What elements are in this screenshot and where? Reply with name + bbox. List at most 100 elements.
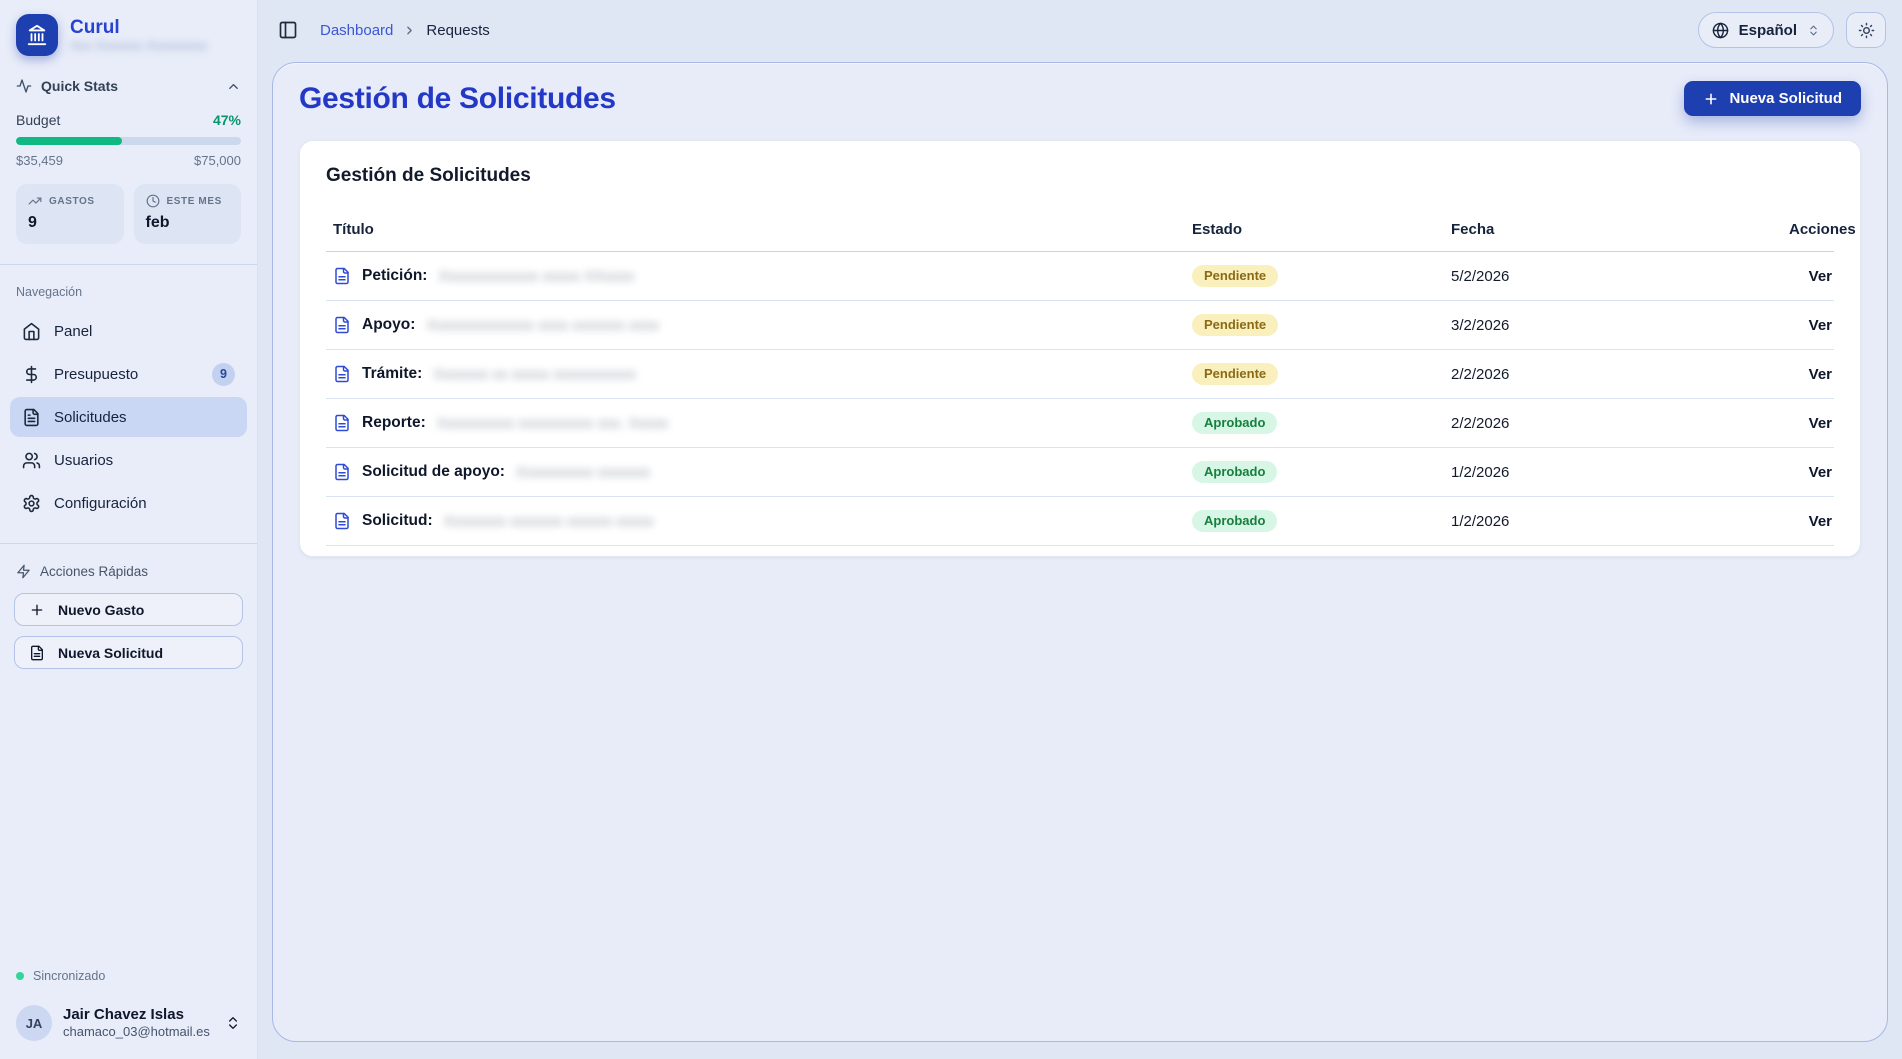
request-title-blurred: Xxxxxxxxxx xxxxxxxxxx xxx. Xxxxx — [437, 415, 669, 432]
trending-up-icon — [28, 194, 42, 208]
column-header-fecha: Fecha — [1451, 221, 1789, 238]
sidebar-item-presupuesto[interactable]: Presupuesto 9 — [10, 354, 247, 394]
table-header: Título Estado Fecha Acciones — [326, 221, 1834, 252]
main-area: Dashboard Requests Español — [258, 0, 1902, 1059]
sidebar-divider — [0, 264, 257, 265]
file-text-icon — [22, 408, 41, 427]
ver-action-link[interactable]: Ver — [1789, 366, 1834, 383]
sidebar-item-solicitudes[interactable]: Solicitudes — [10, 397, 247, 437]
stat-card-gastos: GASTOS 9 — [16, 184, 124, 244]
file-text-icon — [29, 645, 45, 661]
request-date: 2/2/2026 — [1451, 366, 1789, 383]
avatar: JA — [16, 1005, 52, 1041]
file-text-icon — [333, 414, 351, 432]
users-icon — [22, 451, 41, 470]
request-title-blurred: Xxxxxxxx xxxxxxx xxxxxx xxxxx — [444, 513, 654, 530]
ver-action-link[interactable]: Ver — [1789, 268, 1834, 285]
ver-action-link[interactable]: Ver — [1789, 464, 1834, 481]
user-name: Jair Chavez Islas — [63, 1006, 214, 1025]
status-badge: Aprobado — [1192, 412, 1277, 434]
ver-action-link[interactable]: Ver — [1789, 415, 1834, 432]
sun-icon — [1858, 22, 1875, 39]
budget-spent: $35,459 — [16, 153, 63, 168]
file-text-icon — [333, 267, 351, 285]
landmark-icon — [26, 24, 48, 46]
sidebar-item-label: Solicitudes — [54, 409, 235, 426]
sync-status-label: Sincronizado — [33, 969, 105, 983]
stat-card-label: ESTE MES — [167, 196, 222, 207]
stat-card-value: 9 — [28, 214, 112, 232]
request-title-label: Trámite: — [362, 365, 422, 383]
status-badge: Aprobado — [1192, 461, 1277, 483]
breadcrumb: Dashboard Requests — [320, 22, 490, 39]
sidebar-item-usuarios[interactable]: Usuarios — [10, 440, 247, 480]
zap-icon — [16, 564, 31, 579]
page-title: Gestión de Solicitudes — [299, 82, 616, 116]
file-text-icon — [333, 512, 351, 530]
presupuesto-count-badge: 9 — [212, 363, 235, 386]
brand-header: Curul Xxx Xxxxxxx Xxxxxxxxx — [0, 14, 257, 56]
button-label: Nueva Solicitud — [1729, 90, 1842, 107]
status-badge: Pendiente — [1192, 314, 1278, 336]
quick-stats-title: Quick Stats — [41, 78, 217, 94]
request-title-label: Solicitud de apoyo: — [362, 463, 505, 481]
budget-percent: 47% — [213, 112, 241, 128]
nav-section-label: Navegación — [0, 285, 257, 299]
sidebar-toggle-button[interactable] — [274, 16, 302, 44]
language-selector[interactable]: Español — [1698, 12, 1834, 48]
breadcrumb-dashboard-link[interactable]: Dashboard — [320, 22, 393, 39]
table-row: Apoyo: Xxxxxxxxxxxxxx xxxx xxxxxxx xxxx … — [326, 301, 1834, 350]
request-title-label: Petición: — [362, 267, 427, 285]
requests-card: Gestión de Solicitudes Título Estado Fec… — [299, 140, 1861, 557]
plus-icon — [29, 602, 45, 618]
panel-left-icon — [278, 20, 298, 40]
column-header-estado: Estado — [1192, 221, 1451, 238]
activity-icon — [16, 78, 32, 94]
quick-actions-title: Acciones Rápidas — [40, 564, 148, 579]
request-date: 3/2/2026 — [1451, 317, 1789, 334]
sidebar-item-configuracion[interactable]: Configuración — [10, 483, 247, 523]
chevrons-up-down-icon — [225, 1015, 241, 1031]
request-title-blurred: Xxxxxxxxxx xxxxxxx — [516, 464, 650, 481]
theme-toggle-button[interactable] — [1846, 12, 1886, 48]
app-logo — [16, 14, 58, 56]
sync-status-dot — [16, 972, 24, 980]
table-row: Solicitud: Xxxxxxxx xxxxxxx xxxxxx xxxxx… — [326, 497, 1834, 546]
nueva-solicitud-button[interactable]: Nueva Solicitud — [1684, 81, 1861, 116]
nuevo-gasto-button[interactable]: Nuevo Gasto — [14, 593, 243, 626]
chevron-up-icon[interactable] — [226, 79, 241, 94]
status-badge: Pendiente — [1192, 265, 1278, 287]
status-badge: Pendiente — [1192, 363, 1278, 385]
stat-card-value: feb — [146, 214, 230, 232]
column-header-titulo: Título — [326, 221, 1192, 238]
button-label: Nuevo Gasto — [58, 602, 144, 618]
sidebar-nav: Panel Presupuesto 9 Solicitudes Usuarios — [0, 311, 257, 523]
sidebar-item-label: Configuración — [54, 495, 235, 512]
clock-icon — [146, 194, 160, 208]
gear-icon — [22, 494, 41, 513]
file-text-icon — [333, 463, 351, 481]
file-text-icon — [333, 365, 351, 383]
nueva-solicitud-sidebar-button[interactable]: Nueva Solicitud — [14, 636, 243, 669]
request-title-label: Reporte: — [362, 414, 426, 432]
sidebar-item-panel[interactable]: Panel — [10, 311, 247, 351]
request-date: 5/2/2026 — [1451, 268, 1789, 285]
sidebar-item-label: Usuarios — [54, 452, 235, 469]
table-row: Petición: Xxxxxxxxxxxxx xxxxx XXxxxx Pen… — [326, 252, 1834, 301]
ver-action-link[interactable]: Ver — [1789, 317, 1834, 334]
brand-name: Curul — [70, 17, 207, 39]
request-title-label: Solicitud: — [362, 512, 433, 530]
budget-progress-bar — [16, 137, 241, 145]
budget-total: $75,000 — [194, 153, 241, 168]
user-menu[interactable]: JA Jair Chavez Islas chamaco_03@hotmail.… — [16, 1005, 241, 1041]
sidebar: Curul Xxx Xxxxxxx Xxxxxxxxx Quick Stats … — [0, 0, 258, 1059]
status-badge: Aprobado — [1192, 510, 1277, 532]
request-title-blurred: Xxxxxxx xx xxxxx xxxxxxxxxxx — [433, 366, 636, 383]
user-email: chamaco_03@hotmail.es — [63, 1024, 214, 1040]
sidebar-item-label: Presupuesto — [54, 366, 199, 383]
requests-table-body: Petición: Xxxxxxxxxxxxx xxxxx XXxxxx Pen… — [326, 252, 1834, 546]
ver-action-link[interactable]: Ver — [1789, 513, 1834, 530]
home-icon — [22, 322, 41, 341]
brand-subtitle-blurred: Xxx Xxxxxxx Xxxxxxxxx — [70, 38, 207, 53]
column-header-acciones: Acciones — [1789, 221, 1858, 238]
